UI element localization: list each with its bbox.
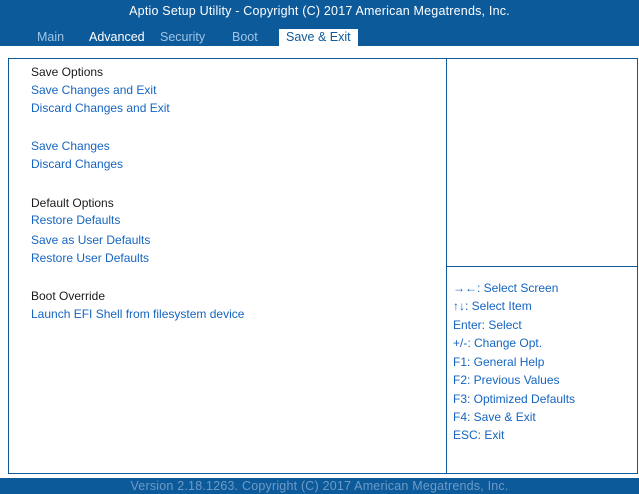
- default-options-heading: Default Options: [31, 196, 114, 210]
- help-select-screen: →←: Select Screen: [453, 281, 559, 295]
- tab-bar: Main Advanced Security Boot Save & Exit: [0, 29, 639, 46]
- footer-bar: Version 2.18.1263. Copyright (C) 2017 Am…: [0, 478, 639, 494]
- discard-changes-option[interactable]: Discard Changes: [31, 157, 123, 171]
- discard-changes-and-exit-option[interactable]: Discard Changes and Exit: [31, 101, 170, 115]
- tab-boot[interactable]: Boot: [232, 29, 258, 46]
- tab-advanced[interactable]: Advanced: [89, 29, 145, 46]
- help-enter-select: Enter: Select: [453, 318, 522, 332]
- help-previous-values: F2: Previous Values: [453, 373, 560, 387]
- help-change-opt: +/-: Change Opt.: [453, 336, 543, 350]
- save-changes-and-exit-option[interactable]: Save Changes and Exit: [31, 83, 156, 97]
- help-general-help: F1: General Help: [453, 355, 545, 369]
- boot-override-heading: Boot Override: [31, 289, 106, 303]
- save-changes-option[interactable]: Save Changes: [31, 139, 110, 153]
- version-text: Version 2.18.1263. Copyright (C) 2017 Am…: [130, 479, 509, 493]
- restore-defaults-option[interactable]: Restore Defaults: [31, 213, 120, 227]
- help-select-item: ↑↓: Select Item: [453, 299, 532, 313]
- tab-security[interactable]: Security: [160, 29, 205, 46]
- utility-title: Aptio Setup Utility - Copyright (C) 2017…: [129, 4, 510, 18]
- restore-user-defaults-option[interactable]: Restore User Defaults: [31, 251, 149, 265]
- panel-divider-horizontal: [446, 266, 638, 267]
- tab-main[interactable]: Main: [37, 29, 64, 46]
- help-optimized-defaults: F3: Optimized Defaults: [453, 392, 576, 406]
- save-options-heading: Save Options: [31, 65, 104, 79]
- save-as-user-defaults-option[interactable]: Save as User Defaults: [31, 233, 150, 247]
- tab-save-exit[interactable]: Save & Exit: [279, 29, 358, 46]
- help-save-exit: F4: Save & Exit: [453, 410, 536, 424]
- help-esc-exit: ESC: Exit: [453, 428, 505, 442]
- header-bar: Aptio Setup Utility - Copyright (C) 2017…: [0, 0, 639, 46]
- launch-efi-shell-option[interactable]: Launch EFI Shell from filesystem device: [31, 307, 244, 321]
